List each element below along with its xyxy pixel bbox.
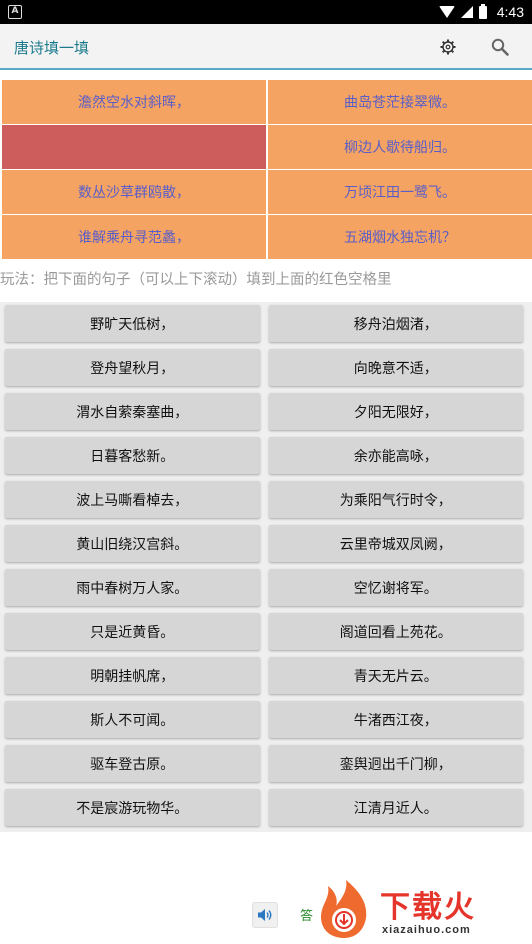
choice-row: 波上马嘶看棹去， 为乘阳气行时令， (0, 478, 532, 522)
choice-list[interactable]: 野旷天低树， 移舟泊烟渚， 登舟望秋月， 向晚意不适， 渭水自萦秦塞曲， 夕阳无… (0, 302, 532, 832)
search-icon (491, 38, 509, 56)
choice-row: 雨中春树万人家。 空忆谢将军。 (0, 566, 532, 610)
status-icons: 4:43 (438, 0, 524, 24)
poem-cell[interactable]: 曲岛苍茫接翠微。 (268, 80, 532, 124)
choice-button[interactable]: 云里帝城双凤阙， (268, 525, 523, 562)
choice-button[interactable]: 为乘阳气行时令， (268, 481, 523, 518)
choice-row: 驱车登古原。 銮舆迥出千门柳， (0, 742, 532, 786)
choice-button[interactable]: 日暮客愁新。 (5, 437, 260, 474)
notification-icon: A (8, 5, 22, 19)
choice-row: 渭水自萦秦塞曲， 夕阳无限好， (0, 390, 532, 434)
poem-cell[interactable]: 万顷江田一鹭飞。 (268, 170, 532, 214)
poem-cell[interactable]: 谁解乘舟寻范蠡， (2, 215, 266, 259)
bottom-bar: 答 下载火 xiazaihuo.com (0, 880, 532, 944)
instruction-text: 玩法：把下面的句子（可以上下滚动）填到上面的红色空格里 (0, 272, 392, 288)
settings-button[interactable] (436, 35, 460, 59)
poem-row: 澹然空水对斜晖， 曲岛苍茫接翠微。 (0, 80, 532, 124)
choice-button[interactable]: 銮舆迥出千门柳， (268, 745, 523, 782)
sound-button[interactable] (252, 902, 278, 928)
status-bar: A 4:43 (0, 0, 532, 24)
choice-button[interactable]: 余亦能高咏， (268, 437, 523, 474)
choice-button[interactable]: 向晚意不适， (268, 349, 523, 386)
choice-button[interactable]: 渭水自萦秦塞曲， (5, 393, 260, 430)
choice-button[interactable]: 牛渚西江夜， (268, 701, 523, 738)
choice-button[interactable]: 雨中春树万人家。 (5, 569, 260, 606)
choice-row: 野旷天低树， 移舟泊烟渚， (0, 302, 532, 346)
app-title: 唐诗填一填 (14, 39, 90, 57)
choice-button[interactable]: 只是近黄昏。 (5, 613, 260, 650)
watermark-text: 下载火 (380, 890, 476, 925)
choice-row: 明朝挂帆席， 青天无片云。 (0, 654, 532, 698)
choice-row: 黄山旧绕汉宫斜。 云里帝城双凤阙， (0, 522, 532, 566)
choice-button[interactable]: 空忆谢将军。 (268, 569, 523, 606)
choice-button[interactable]: 波上马嘶看棹去， (5, 481, 260, 518)
flame-logo-icon (320, 880, 367, 938)
choice-button[interactable]: 登舟望秋月， (5, 349, 260, 386)
poem-row: 谁解乘舟寻范蠡， 五湖烟水独忘机？ (0, 215, 532, 259)
choice-row: 日暮客愁新。 余亦能高咏， (0, 434, 532, 478)
choice-button[interactable]: 野旷天低树， (5, 305, 260, 342)
gear-icon (440, 39, 456, 55)
poem-row: 柳边人歇待船归。 (0, 125, 532, 169)
choice-button[interactable]: 明朝挂帆席， (5, 657, 260, 694)
choice-button[interactable]: 夕阳无限好， (268, 393, 523, 430)
signal-icon (460, 6, 473, 18)
status-time: 4:43 (496, 4, 524, 20)
watermark-logo: 下载火 xiazaihuo.com (312, 880, 532, 944)
choice-row: 斯人不可闻。 牛渚西江夜， (0, 698, 532, 742)
choice-button[interactable]: 青天无片云。 (268, 657, 523, 694)
choice-row: 不是宸游玩物华。 江清月近人。 (0, 786, 532, 830)
choice-button[interactable]: 黄山旧绕汉宫斜。 (5, 525, 260, 562)
choice-button[interactable]: 不是宸游玩物华。 (5, 789, 260, 826)
choice-row: 只是近黄昏。 阁道回看上苑花。 (0, 610, 532, 654)
choice-row: 登舟望秋月， 向晚意不适， (0, 346, 532, 390)
poem-cell[interactable]: 五湖烟水独忘机？ (268, 215, 532, 259)
choice-button[interactable]: 江清月近人。 (268, 789, 523, 826)
choice-button[interactable]: 移舟泊烟渚， (268, 305, 523, 342)
choice-button[interactable]: 斯人不可闻。 (5, 701, 260, 738)
poem-row: 数丛沙草群鸥散， 万顷江田一鹭飞。 (0, 170, 532, 214)
speaker-icon (258, 909, 272, 921)
wifi-icon (438, 6, 455, 18)
poem-cell[interactable]: 澹然空水对斜晖， (2, 80, 266, 124)
blank-cell[interactable] (2, 125, 266, 169)
choice-button[interactable]: 驱车登古原。 (5, 745, 260, 782)
app-bar: 唐诗填一填 (0, 24, 532, 70)
watermark-url: xiazaihuo.com (382, 924, 471, 936)
choice-button[interactable]: 阁道回看上苑花。 (268, 613, 523, 650)
poem-cell[interactable]: 柳边人歇待船归。 (268, 125, 532, 169)
battery-icon (478, 3, 487, 19)
search-button[interactable] (488, 35, 512, 59)
poem-grid: 澹然空水对斜晖， 曲岛苍茫接翠微。 柳边人歇待船归。 数丛沙草群鸥散， 万顷江田… (0, 80, 532, 260)
poem-cell[interactable]: 数丛沙草群鸥散， (2, 170, 266, 214)
